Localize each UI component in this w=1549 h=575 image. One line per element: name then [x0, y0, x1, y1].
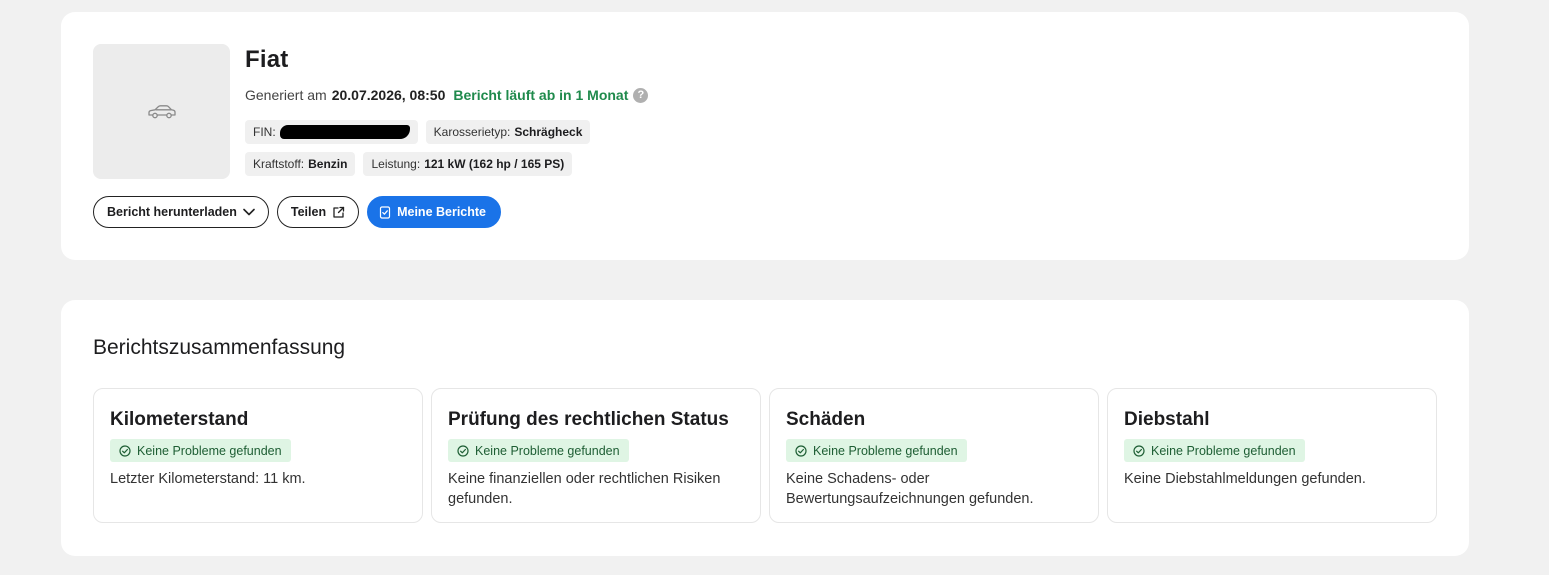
tile-title: Kilometerstand — [110, 409, 249, 430]
fuel-chip: Kraftstoff: Benzin — [245, 152, 356, 176]
fin-label: FIN: — [253, 125, 276, 139]
status-badge-label: Keine Probleme gefunden — [1151, 443, 1296, 458]
report-icon — [379, 205, 391, 219]
status-badge: Keine Probleme gefunden — [1124, 439, 1305, 462]
power-label: Leistung: — [371, 157, 421, 171]
share-button[interactable]: Teilen — [276, 196, 360, 228]
vehicle-thumbnail — [93, 44, 230, 179]
chevron-down-icon — [243, 208, 255, 216]
check-circle-icon — [119, 444, 131, 457]
fin-redaction — [279, 125, 410, 139]
tile-title: Diebstahl — [1124, 409, 1210, 430]
theft-tile: Diebstahl Keine Probleme gefunden Keine … — [1107, 388, 1437, 523]
share-label: Teilen — [290, 205, 327, 219]
my-reports-button[interactable]: Meine Berichte — [367, 196, 502, 228]
download-report-label: Bericht herunterladen — [107, 205, 237, 219]
vehicle-chips-row-2: Kraftstoff: Benzin Leistung: 121 kW (162… — [245, 152, 573, 176]
status-badge-label: Keine Probleme gefunden — [137, 443, 282, 458]
download-report-button[interactable]: Bericht herunterladen — [93, 196, 269, 228]
tile-title: Prüfung des rechtlichen Status — [448, 409, 729, 430]
vehicle-title: Fiat — [245, 46, 289, 73]
my-reports-label: Meine Berichte — [397, 205, 487, 219]
report-expiry: Bericht läuft ab in 1 Monat — [453, 87, 629, 103]
body-type-chip: Karosserietyp: Schrägheck — [425, 120, 591, 144]
report-meta: Generiert am 20.07.2026, 08:50 Bericht l… — [245, 87, 649, 103]
tile-title: Schäden — [786, 409, 866, 430]
vehicle-chips-row-1: FIN: Karosserietyp: Schrägheck — [245, 120, 591, 144]
power-value: 121 kW (162 hp / 165 PS) — [424, 157, 565, 171]
fin-chip: FIN: — [245, 120, 418, 144]
tile-description: Keine Schadens- oder Bewertungsaufzeichn… — [786, 471, 1034, 507]
summary-tiles: Kilometerstand Keine Probleme gefunden L… — [93, 388, 1437, 523]
status-badge: Keine Probleme gefunden — [110, 439, 291, 462]
summary-card: Berichtszusammenfassung Kilometerstand K… — [61, 300, 1469, 556]
generated-label: Generiert am — [245, 87, 327, 103]
status-badge: Keine Probleme gefunden — [448, 439, 629, 462]
tile-description: Keine Diebstahlmeldungen gefunden. — [1124, 471, 1366, 487]
fuel-label: Kraftstoff: — [253, 157, 305, 171]
vehicle-card: Fiat Generiert am 20.07.2026, 08:50 Beri… — [61, 12, 1469, 260]
generated-date: 20.07.2026, 08:50 — [331, 87, 446, 103]
fuel-value: Benzin — [308, 157, 348, 171]
status-badge: Keine Probleme gefunden — [786, 439, 967, 462]
check-circle-icon — [457, 444, 469, 457]
check-circle-icon — [795, 444, 807, 457]
damage-tile: Schäden Keine Probleme gefunden Keine Sc… — [769, 388, 1099, 523]
summary-title: Berichtszusammenfassung — [93, 336, 346, 359]
body-type-value: Schrägheck — [514, 125, 583, 139]
power-chip: Leistung: 121 kW (162 hp / 165 PS) — [363, 152, 573, 176]
check-circle-icon — [1133, 444, 1145, 457]
tile-description: Letzter Kilometerstand: 11 km. — [110, 471, 306, 487]
body-type-label: Karosserietyp: — [433, 125, 511, 139]
mileage-tile: Kilometerstand Keine Probleme gefunden L… — [93, 388, 423, 523]
status-badge-label: Keine Probleme gefunden — [813, 443, 958, 458]
external-link-icon — [333, 206, 345, 218]
legal-status-tile: Prüfung des rechtlichen Status Keine Pro… — [431, 388, 761, 523]
tile-description: Keine finanziellen oder rechtlichen Risi… — [448, 471, 721, 507]
status-badge-label: Keine Probleme gefunden — [475, 443, 620, 458]
action-buttons: Bericht herunterladen Teilen Meine Beric… — [93, 196, 502, 228]
car-icon — [147, 104, 176, 118]
help-icon[interactable]: ? — [633, 87, 649, 103]
